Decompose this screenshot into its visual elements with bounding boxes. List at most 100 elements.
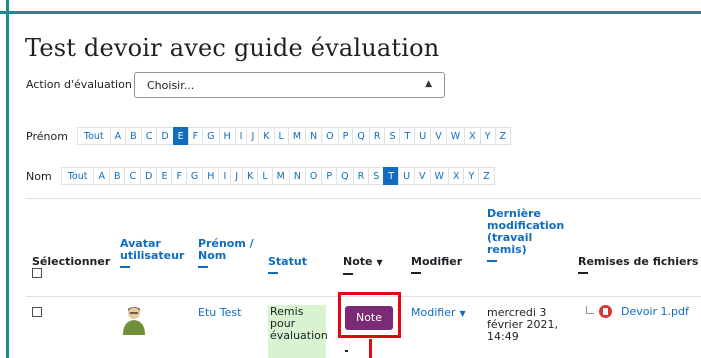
firstname-letter-bar: Tout A B C D E F G H I J K L M N O P Q R S T U V W X Y Z — [76, 127, 512, 145]
col-header-avatar[interactable]: Avatar utilisateur — [120, 238, 186, 268]
lastname-letter-s[interactable]: S — [368, 167, 385, 185]
firstname-filter-label: Prénom — [26, 129, 68, 143]
firstname-letter-r[interactable]: R — [368, 127, 386, 145]
grade-empty-value — [345, 350, 348, 352]
select-arrows-icon: ▲︎ — [425, 79, 432, 89]
firstname-letter-z[interactable]: Z — [494, 127, 512, 145]
lastname-letter-u[interactable]: U — [398, 167, 416, 185]
firstname-letter-b[interactable]: B — [125, 127, 142, 145]
col-header-files-label: Remises de fichiers — [578, 255, 699, 268]
lastname-letter-e[interactable]: E — [156, 167, 173, 185]
collapse-avatar-icon[interactable] — [120, 266, 130, 268]
col-header-select-label: Sélectionner — [32, 255, 111, 268]
lastname-letter-v[interactable]: V — [414, 167, 431, 185]
col-header-files: Remises de fichiers — [578, 256, 698, 274]
collapse-last-modified-icon[interactable] — [487, 260, 497, 262]
col-header-last-modified[interactable]: Dernière modification (travail remis) — [487, 208, 567, 262]
col-header-grade[interactable]: Note ▼ — [343, 256, 383, 275]
table-row — [32, 307, 42, 320]
lastname-letter-o[interactable]: O — [304, 167, 323, 185]
lastname-letter-n[interactable]: N — [288, 167, 306, 185]
lastname-letter-q[interactable]: Q — [336, 167, 354, 185]
col-header-name[interactable]: Prénom / Nom — [198, 238, 258, 268]
user-avatar-icon — [123, 307, 145, 335]
firstname-letter-e[interactable]: E — [172, 127, 189, 145]
lastname-letter-t[interactable]: T — [383, 167, 400, 185]
firstname-letter-m[interactable]: M — [287, 127, 307, 145]
select-all-checkbox[interactable] — [32, 268, 42, 278]
firstname-letter-s[interactable]: S — [384, 127, 401, 145]
firstname-letter-l[interactable]: L — [273, 127, 289, 145]
col-header-last-modified-label: Dernière modification (travail remis) — [487, 207, 565, 256]
lastname-letter-g[interactable]: G — [185, 167, 204, 185]
lastname-letter-m[interactable]: M — [271, 167, 290, 185]
row-user-name[interactable]: Etu Test — [198, 307, 241, 319]
lastname-letter-a[interactable]: A — [93, 167, 110, 185]
firstname-letter-v[interactable]: V — [430, 127, 447, 145]
grade-button-highlight — [338, 292, 401, 338]
lastname-letter-all[interactable]: Tout — [60, 167, 95, 185]
firstname-letter-h[interactable]: H — [218, 127, 236, 145]
theme-left-border — [0, 0, 9, 358]
firstname-letter-f[interactable]: F — [187, 127, 204, 145]
col-header-status[interactable]: Statut — [268, 256, 307, 274]
firstname-letter-a[interactable]: A — [109, 127, 127, 145]
collapse-status-icon[interactable] — [268, 272, 278, 274]
grading-action-value: Choisir... — [147, 79, 195, 92]
tree-elbow-icon — [586, 305, 594, 314]
lastname-letter-p[interactable]: P — [321, 167, 338, 185]
row-select-checkbox[interactable] — [32, 307, 42, 317]
row-edit-menu[interactable]: Modifier ▼ — [411, 307, 466, 320]
lastname-letter-z[interactable]: Z — [478, 167, 495, 185]
lastname-letter-f[interactable]: F — [171, 167, 187, 185]
lastname-letter-k[interactable]: K — [242, 167, 259, 185]
grading-action-select[interactable]: Choisir... ▲︎ — [134, 72, 445, 98]
pdf-icon — [599, 305, 612, 318]
firstname-letter-q[interactable]: Q — [352, 127, 370, 145]
collapse-grade-icon[interactable] — [343, 273, 353, 275]
firstname-letter-t[interactable]: T — [399, 127, 416, 145]
col-header-avatar-label: Avatar utilisateur — [120, 237, 185, 262]
firstname-letter-c[interactable]: C — [140, 127, 158, 145]
firstname-letter-u[interactable]: U — [414, 127, 432, 145]
firstname-letter-x[interactable]: X — [464, 127, 481, 145]
lastname-filter-label: Nom — [26, 169, 52, 183]
sort-desc-icon: ▼ — [376, 258, 383, 267]
firstname-letter-o[interactable]: O — [321, 127, 339, 145]
col-header-name-label: Prénom / Nom — [198, 237, 254, 262]
table-top-divider — [26, 198, 701, 199]
lastname-letter-h[interactable]: H — [202, 167, 220, 185]
row-last-modified: mercredi 3 février 2021, 14:49 — [487, 306, 559, 343]
lastname-letter-x[interactable]: X — [447, 167, 465, 185]
firstname-letter-p[interactable]: P — [337, 127, 354, 145]
firstname-letter-g[interactable]: G — [202, 127, 220, 145]
lastname-letter-d[interactable]: D — [140, 167, 158, 185]
row-file-submission: Devoir 1.pdf — [586, 305, 689, 318]
lastname-letter-l[interactable]: L — [257, 167, 273, 185]
firstname-letter-d[interactable]: D — [156, 127, 174, 145]
lastname-letter-bar: Tout A B C D E F G H I J K L M N O P Q R S T U V W X Y Z — [60, 167, 495, 185]
dropdown-caret-icon: ▼ — [459, 309, 466, 318]
firstname-letter-n[interactable]: N — [305, 127, 323, 145]
firstname-letter-y[interactable]: Y — [479, 127, 496, 145]
highlight-pointer-line — [369, 339, 372, 358]
collapse-files-icon[interactable] — [578, 272, 588, 274]
col-header-edit: Modifier — [411, 256, 462, 274]
firstname-letter-k[interactable]: K — [258, 127, 275, 145]
lastname-letter-w[interactable]: W — [429, 167, 449, 185]
firstname-letter-all[interactable]: Tout — [76, 127, 111, 145]
submitted-file-link[interactable]: Devoir 1.pdf — [621, 305, 689, 318]
theme-top-border — [0, 0, 701, 14]
lastname-letter-y[interactable]: Y — [463, 167, 480, 185]
collapse-edit-icon[interactable] — [411, 272, 421, 274]
lastname-letter-r[interactable]: R — [352, 167, 370, 185]
col-header-edit-label: Modifier — [411, 255, 463, 268]
collapse-name-icon[interactable] — [198, 266, 208, 268]
lastname-letter-b[interactable]: B — [108, 167, 126, 185]
lastname-letter-c[interactable]: C — [124, 167, 142, 185]
firstname-letter-w[interactable]: W — [445, 127, 466, 145]
lastname-filter: Nom Tout A B C D E F G H I J K L M N O P Q R S T U V W X Y Z — [26, 167, 495, 185]
col-header-status-label: Statut — [268, 255, 307, 268]
row-status-badge: Remis pour évaluation — [268, 305, 328, 358]
row-edit-menu-label: Modifier — [411, 306, 456, 319]
